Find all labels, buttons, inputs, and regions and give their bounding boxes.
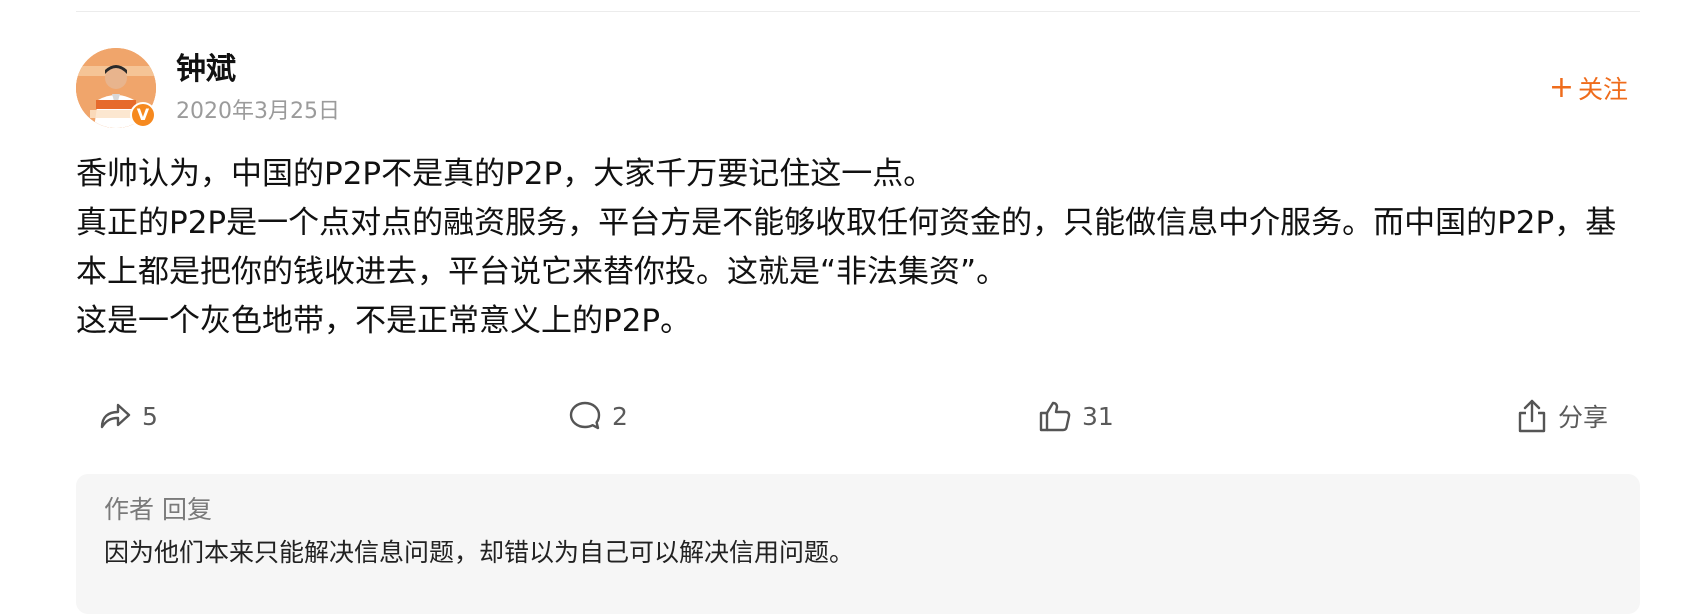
thumbs-up-icon [1039, 401, 1071, 432]
follow-button[interactable]: + 关注 [1549, 70, 1628, 106]
post-paragraph: 这是一个灰色地带，不是正常意义上的P2P。 [76, 303, 692, 339]
action-bar: 5 2 31 分享 [76, 394, 1640, 438]
repost-count: 5 [142, 401, 158, 431]
plus-icon: + [1548, 70, 1574, 105]
comment-count: 2 [612, 401, 628, 431]
author-reply-box[interactable]: 作者 回复 因为他们本来只能解决信息问题，却错以为自己可以解决信用问题。 [76, 474, 1640, 614]
reply-text: 因为他们本来只能解决信息问题，却错以为自己可以解决信用问题。 [104, 538, 855, 567]
like-button[interactable]: 31 [1038, 394, 1114, 438]
author-avatar[interactable]: V [76, 48, 156, 128]
post-content: 香帅认为，中国的P2P不是真的P2P，大家千万要记住这一点。 真正的P2P是一个… [76, 150, 1636, 346]
verified-badge-icon: V [130, 102, 156, 128]
post-paragraph: 真正的P2P是一个点对点的融资服务，平台方是不能够收取任何资金的，只能做信息中介… [76, 205, 1617, 290]
post-header: V 钟斌 2020年3月25日 + 关注 [76, 48, 1640, 134]
share-button[interactable]: 分享 [1516, 394, 1608, 438]
share-upload-icon [1518, 399, 1546, 433]
post-date: 2020年3月25日 [176, 99, 340, 124]
share-label: 分享 [1558, 403, 1609, 432]
like-count: 31 [1082, 401, 1114, 431]
repost-button[interactable]: 5 [98, 394, 158, 438]
author-name[interactable]: 钟斌 [176, 52, 236, 88]
reply-label: 作者 回复 [104, 495, 212, 524]
follow-label: 关注 [1577, 75, 1628, 104]
comment-button[interactable]: 2 [568, 394, 628, 438]
post-paragraph: 香帅认为，中国的P2P不是真的P2P，大家千万要记住这一点。 [76, 156, 935, 192]
forward-arrow-icon [100, 403, 131, 429]
comment-bubble-icon [569, 401, 601, 430]
top-divider [76, 11, 1640, 12]
